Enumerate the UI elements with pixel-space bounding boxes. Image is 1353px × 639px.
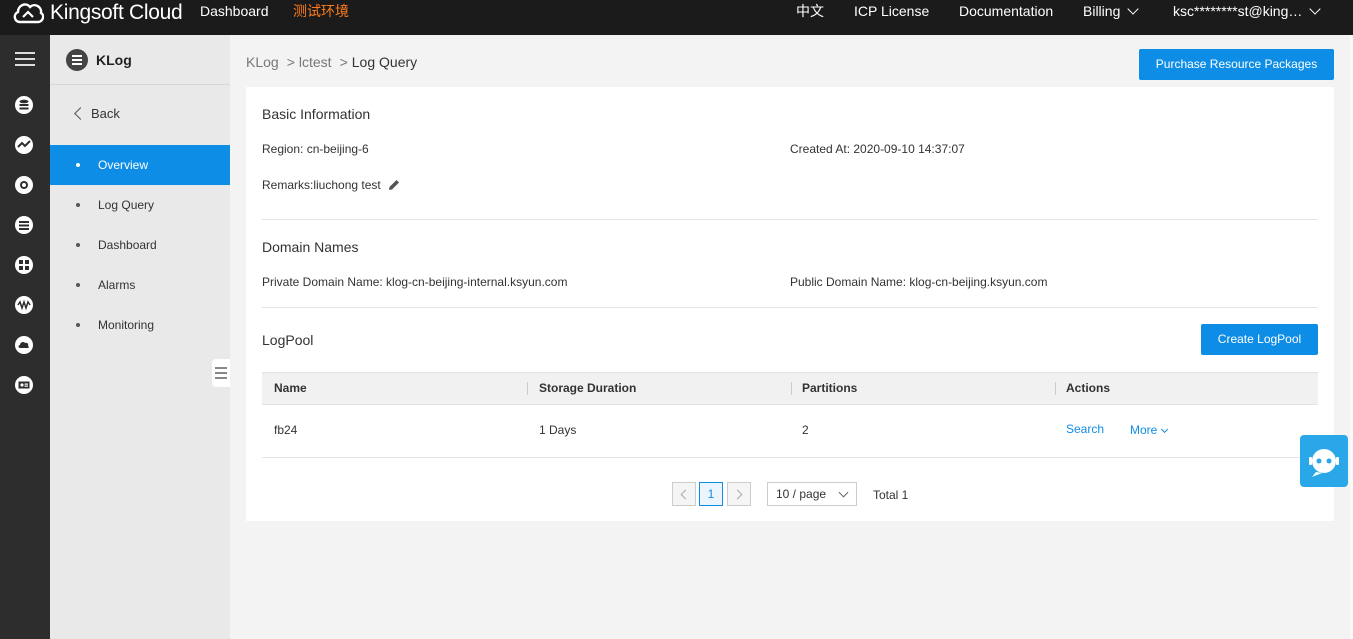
edit-pencil-icon[interactable]	[387, 178, 401, 192]
bullet	[76, 203, 80, 207]
page-1-button[interactable]: 1	[699, 482, 723, 506]
bullet	[76, 283, 80, 287]
top-bar: Kingsoft Cloud Dashboard 测试环境 中文 ICP Lic…	[0, 0, 1353, 35]
more-actions-dropdown[interactable]: More	[1130, 404, 1169, 457]
account-name: ksc********st@king…	[1173, 3, 1303, 19]
assistant-robot-button[interactable]	[1300, 435, 1348, 487]
robot-icon	[1309, 449, 1339, 477]
created-at-value: Created At: 2020-09-10 14:37:07	[790, 142, 965, 156]
klog-sidebar: KLog Back Overview Log Query Dashboard A…	[50, 35, 230, 639]
logpool-title: LogPool	[262, 332, 314, 348]
partitions-value: 2	[802, 423, 809, 437]
sidebar-item-overview[interactable]: Overview	[50, 145, 230, 185]
nav-documentation[interactable]: Documentation	[959, 0, 1053, 22]
next-page-button[interactable]	[727, 482, 751, 506]
collapse-sidebar-icon[interactable]	[212, 359, 230, 387]
sidebar-item-dashboard[interactable]: Dashboard	[50, 225, 230, 265]
database-icon[interactable]	[14, 95, 34, 115]
brand-logo[interactable]: Kingsoft Cloud	[12, 0, 183, 26]
storage-duration-value: 1 Days	[539, 423, 577, 437]
prev-page-button[interactable]	[672, 482, 696, 506]
chevron-left-icon	[680, 489, 691, 500]
sidebar-item-label: Alarms	[98, 278, 136, 292]
breadcrumb-lctest[interactable]: lctest	[299, 54, 332, 70]
basic-info-title: Basic Information	[262, 106, 371, 122]
divider	[262, 219, 1318, 220]
divider	[262, 307, 1318, 308]
nav-icp-license[interactable]: ICP License	[854, 0, 929, 22]
more-label: More	[1130, 423, 1158, 437]
nav-billing[interactable]: Billing	[1083, 0, 1140, 22]
klog-icon	[66, 49, 88, 71]
table-row: fb24 1 Days 2 Search More	[262, 404, 1318, 458]
column-partitions: Partitions	[802, 381, 858, 395]
id-card-icon[interactable]	[14, 375, 34, 395]
storage-icon[interactable]	[14, 215, 34, 235]
region-value: Region: cn-beijing-6	[262, 142, 369, 156]
nav-billing-label: Billing	[1083, 3, 1121, 19]
purchase-resource-packages-button[interactable]: Purchase Resource Packages	[1139, 49, 1334, 80]
chevron-down-icon	[1309, 3, 1322, 15]
column-divider	[527, 382, 528, 395]
chevron-down-icon	[838, 487, 849, 498]
column-name: Name	[274, 381, 307, 395]
page-size-value: 10 / page	[776, 487, 827, 501]
breadcrumb: KLog > lctest > Log Query	[246, 54, 418, 70]
product-header: KLog	[66, 49, 132, 71]
nav-language[interactable]: 中文	[796, 0, 824, 22]
menu-icon[interactable]	[15, 52, 35, 68]
chevron-left-icon	[74, 107, 87, 120]
env-label: 测试环境	[293, 3, 349, 19]
bullet	[76, 243, 80, 247]
wave-icon[interactable]	[14, 295, 34, 315]
back-button[interactable]: Back	[74, 106, 120, 121]
column-divider	[791, 382, 792, 395]
chevron-down-icon	[1161, 425, 1169, 434]
chevron-down-icon	[1127, 3, 1140, 15]
cloud-logo-icon	[13, 3, 44, 24]
back-label: Back	[91, 106, 120, 121]
search-action-link[interactable]: Search	[1066, 404, 1104, 457]
sidebar-item-label: Overview	[98, 158, 149, 172]
total-count: Total 1	[873, 488, 909, 502]
sidebar-item-log-query[interactable]: Log Query	[50, 185, 230, 225]
sidebar-item-monitoring[interactable]: Monitoring	[50, 305, 230, 345]
logpool-name[interactable]: fb24	[274, 404, 297, 457]
column-actions: Actions	[1066, 381, 1111, 395]
column-divider	[1055, 382, 1056, 395]
remarks-value: Remarks:liuchong test	[262, 178, 381, 192]
private-domain-value: Private Domain Name: klog-cn-beijing-int…	[262, 275, 568, 289]
divider	[50, 84, 230, 85]
remarks-row: Remarks:liuchong test	[262, 178, 401, 192]
product-name: KLog	[96, 52, 132, 68]
sidebar-item-alarms[interactable]: Alarms	[50, 265, 230, 305]
nav-account[interactable]: ksc********st@king…	[1173, 0, 1322, 22]
sidebar-item-label: Log Query	[98, 198, 155, 212]
main-content: KLog > lctest > Log Query Purchase Resource …	[230, 35, 1350, 639]
bullet	[76, 163, 80, 167]
chevron-right-icon	[732, 489, 743, 500]
column-storage-duration: Storage Duration	[539, 381, 637, 395]
lifebuoy-icon[interactable]	[14, 175, 34, 195]
public-domain-value: Public Domain Name: klog-cn-beijing.ksyu…	[790, 275, 1048, 289]
overview-card: Basic Information Region: cn-beijing-6 C…	[246, 87, 1334, 521]
domain-names-title: Domain Names	[262, 239, 359, 255]
page-size-select[interactable]: 10 / page	[767, 482, 857, 506]
sidebar-item-label: Dashboard	[98, 238, 157, 252]
nav-dashboard[interactable]: Dashboard	[200, 0, 269, 22]
chart-icon[interactable]	[14, 135, 34, 155]
network-icon[interactable]	[14, 255, 34, 275]
brand-name: Kingsoft Cloud	[50, 1, 183, 24]
bullet	[76, 323, 80, 327]
cloud-upload-icon[interactable]	[14, 335, 34, 355]
breadcrumb-klog[interactable]: KLog	[246, 54, 279, 70]
sidebar-item-label: Monitoring	[98, 318, 155, 332]
breadcrumb-current: Log Query	[351, 54, 418, 70]
table-header: Name Storage Duration Partitions Actions	[262, 372, 1318, 405]
product-icon-bar	[0, 35, 50, 639]
create-logpool-button[interactable]: Create LogPool	[1201, 324, 1318, 355]
